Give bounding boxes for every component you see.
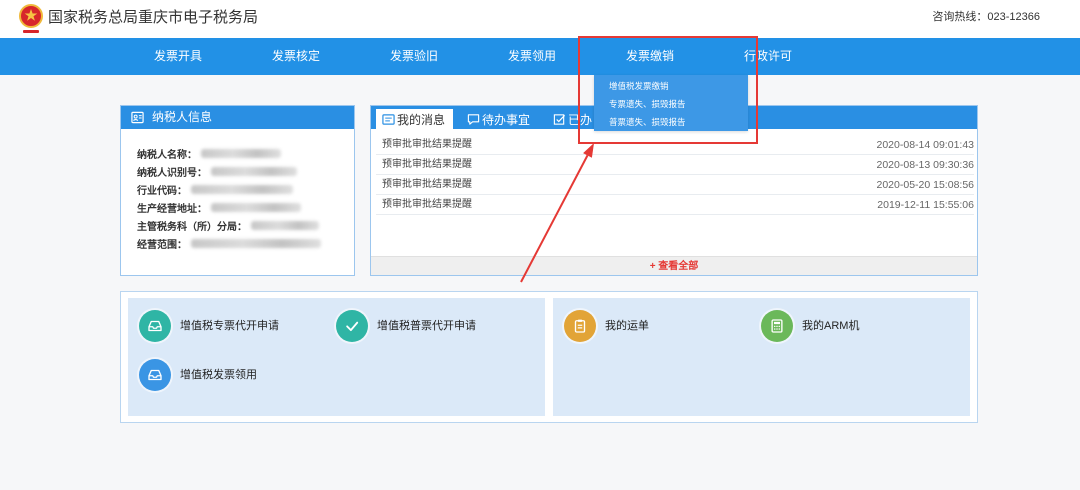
message-title: 预审批审批结果提醒	[382, 159, 472, 170]
message-icon	[382, 113, 395, 126]
service-label: 增值税专票代开申请	[180, 320, 279, 332]
nav-item-admin-license[interactable]: 行政许可	[709, 38, 827, 75]
tab-label: 我的消息	[397, 112, 446, 127]
tab-done[interactable]: 已办	[553, 109, 592, 129]
nav-item-invoice-approval[interactable]: 发票核定	[237, 38, 355, 75]
nav-item-invoice-verify-old[interactable]: 发票验旧	[355, 38, 473, 75]
service-vat-special-invoice-agent-apply[interactable]: 增值税专票代开申请	[139, 310, 279, 342]
message-row[interactable]: 预审批审批结果提醒 2020-08-13 09:30:36	[376, 155, 974, 175]
site-header: 国家税务总局重庆市电子税务局 咨询热线：023-12366	[0, 0, 1080, 38]
field-tax-office: 主管税务科（所）分局：	[137, 216, 319, 234]
field-industry-code: 行业代码：	[137, 180, 293, 198]
service-vat-invoice-receive[interactable]: 增值税发票领用	[139, 359, 257, 391]
message-title: 预审批审批结果提醒	[382, 139, 472, 150]
service-label: 增值税发票领用	[180, 369, 257, 381]
field-label: 行业代码：	[137, 185, 187, 197]
chat-bubble-icon	[467, 113, 480, 126]
service-label: 我的ARM机	[802, 320, 860, 332]
message-title: 预审批审批结果提醒	[382, 179, 472, 190]
inbox-tray-icon	[139, 359, 171, 391]
taxpayer-panel-header: 纳税人信息	[121, 106, 354, 129]
service-label: 增值税普票代开申请	[377, 320, 476, 332]
nav-item-invoice-receive[interactable]: 发票领用	[473, 38, 591, 75]
clipboard-icon	[564, 310, 596, 342]
service-my-arm-machine[interactable]: 我的ARM机	[761, 310, 859, 342]
service-vat-general-invoice-agent-apply[interactable]: 增值税普票代开申请	[336, 310, 476, 342]
masked-value	[191, 184, 293, 194]
masked-value	[211, 202, 301, 212]
nav-item-invoice-cancel[interactable]: 发票缴销	[591, 38, 709, 75]
hotline-text: 咨询热线：023-12366	[932, 11, 1040, 23]
dropdown-item-general-invoice-loss-report[interactable]: 普票遗失、损毁报告	[609, 113, 686, 131]
field-label: 纳税人识别号：	[137, 167, 207, 179]
field-taxpayer-id: 纳税人识别号：	[137, 162, 297, 180]
field-label: 生产经营地址：	[137, 203, 207, 215]
field-label: 主管税务科（所）分局：	[137, 221, 247, 233]
invoice-cancel-dropdown: 增值税发票缴销 专票遗失、损毁报告 普票遗失、损毁报告	[594, 75, 748, 131]
calculator-icon	[761, 310, 793, 342]
service-my-waybill[interactable]: 我的运单	[564, 310, 649, 342]
main-nav: 发票开具 发票核定 发票验旧 发票领用 发票缴销 行政许可	[0, 38, 1080, 75]
field-taxpayer-name: 纳税人名称：	[137, 144, 281, 162]
site-title: 国家税务总局重庆市电子税务局	[48, 9, 259, 26]
masked-value	[211, 166, 297, 176]
message-time: 2019-12-11 15:55:06	[877, 199, 974, 211]
message-row[interactable]: 预审批审批结果提醒 2020-05-20 15:08:56	[376, 175, 974, 195]
message-row[interactable]: 预审批审批结果提醒 2019-12-11 15:55:06	[376, 195, 974, 215]
message-title: 预审批审批结果提醒	[382, 199, 472, 210]
quick-services-section: 增值税专票代开申请 增值税普票代开申请 增值税发票领用 我的运单 我的ARM机	[120, 291, 978, 423]
checkmark-icon	[336, 310, 368, 342]
invoice-services-box: 增值税专票代开申请 增值税普票代开申请 增值税发票领用	[128, 298, 545, 416]
id-card-icon	[131, 111, 144, 124]
inbox-tray-icon	[139, 310, 171, 342]
taxpayer-info-panel: 纳税人信息 纳税人名称： 纳税人识别号： 行业代码： 生产经营地址： 主管税务科…	[120, 105, 355, 276]
message-time: 2020-08-14 09:01:43	[876, 139, 975, 151]
view-all-link[interactable]: + 查看全部	[371, 256, 977, 275]
tab-label: 待办事宜	[482, 112, 531, 127]
dropdown-item-special-invoice-loss-report[interactable]: 专票遗失、损毁报告	[609, 95, 686, 113]
tab-my-messages[interactable]: 我的消息	[376, 109, 454, 129]
tab-label: 已办	[568, 112, 593, 127]
field-business-address: 生产经营地址：	[137, 198, 301, 216]
tab-todo[interactable]: 待办事宜	[467, 109, 530, 129]
field-business-scope: 经营范围：	[137, 234, 321, 252]
national-tax-emblem-icon[interactable]	[17, 3, 45, 35]
service-label: 我的运单	[605, 320, 649, 332]
masked-value	[191, 238, 321, 248]
taxpayer-panel-title: 纳税人信息	[152, 110, 213, 124]
field-label: 经营范围：	[137, 239, 187, 251]
message-time: 2020-05-20 15:08:56	[876, 179, 975, 191]
checkbox-icon	[553, 113, 566, 126]
personal-services-box: 我的运单 我的ARM机	[553, 298, 970, 416]
field-label: 纳税人名称：	[137, 149, 197, 161]
masked-value	[251, 220, 319, 230]
message-time: 2020-08-13 09:30:36	[876, 159, 975, 171]
dropdown-item-vat-invoice-cancel[interactable]: 增值税发票缴销	[609, 77, 669, 95]
masked-value	[201, 148, 281, 158]
message-row[interactable]: 预审批审批结果提醒 2020-08-14 09:01:43	[376, 135, 974, 155]
nav-item-invoice-issue[interactable]: 发票开具	[119, 38, 237, 75]
